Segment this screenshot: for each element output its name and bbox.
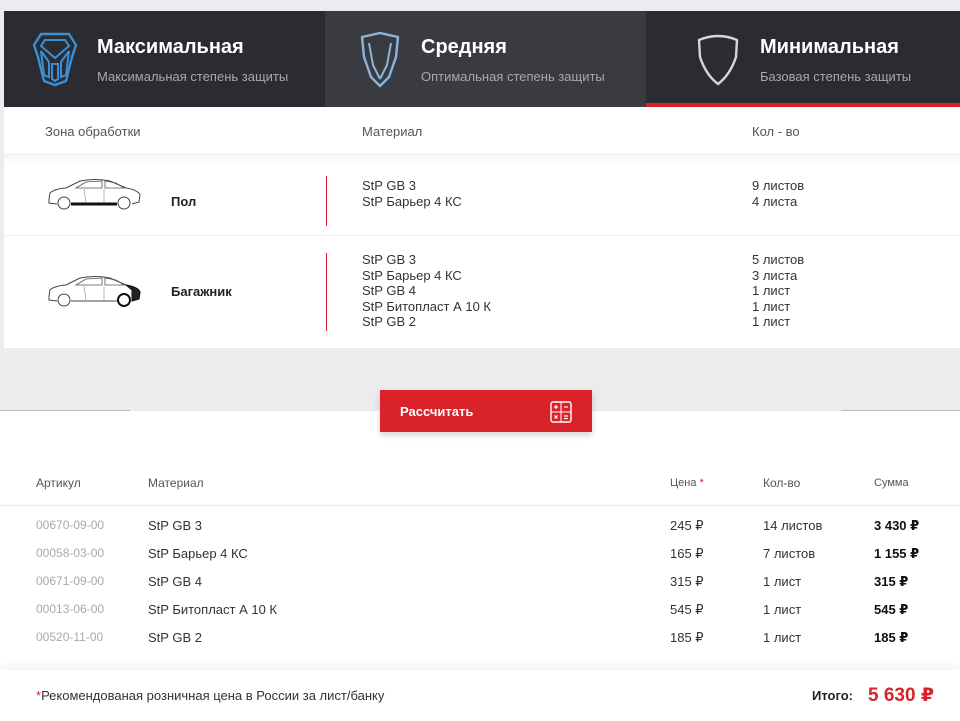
shield-max-icon: [32, 31, 78, 92]
price-footnote: *Рекомендованая розничная цена в России …: [36, 688, 384, 703]
table-row: Багажник StP GB 3 StP Барьер 4 КС StP GB…: [4, 237, 960, 348]
tab-minimum[interactable]: Минимальная Базовая степень защиты: [646, 11, 960, 107]
table-row: 00671-09-00 StP GB 4 315 ₽ 1 лист 315 ₽: [0, 574, 960, 602]
header-separator: [0, 505, 960, 506]
zone-header: Зона обработки: [45, 124, 141, 139]
qty-item: 1 лист: [752, 298, 791, 314]
tab-title: Средняя: [421, 36, 507, 58]
total-label: Итого:: [812, 688, 853, 703]
zone-materials: StP GB 3 StP Барьер 4 КС: [362, 178, 462, 209]
material-cell: StP Битопласт А 10 К: [148, 602, 278, 617]
zone-materials: StP GB 3 StP Барьер 4 КС StP GB 4 StP Би…: [362, 252, 491, 330]
calculate-button[interactable]: Рассчитать: [380, 390, 592, 432]
sum-header: Сумма: [874, 477, 909, 489]
row-divider: [326, 253, 327, 331]
tab-maximum[interactable]: Максимальная Максимальная степень защиты: [4, 11, 325, 107]
zone-name: Пол: [171, 194, 197, 209]
sum-cell: 1 155 ₽: [874, 546, 920, 561]
tab-title: Максимальная: [97, 36, 244, 58]
divider-line: [841, 410, 960, 411]
divider-line: [0, 410, 130, 411]
qty-item: 9 листов: [752, 178, 805, 193]
table-row: 00013-06-00 StP Битопласт А 10 К 545 ₽ 1…: [0, 602, 960, 630]
car-trunk-icon: [46, 274, 142, 311]
tab-subtitle: Базовая степень защиты: [760, 69, 912, 84]
material-cell: StP Барьер 4 КС: [148, 546, 248, 561]
tab-medium[interactable]: Средняя Оптимальная степень защиты: [325, 11, 646, 107]
qty-header: Кол - во: [752, 124, 800, 139]
tab-title: Минимальная: [760, 36, 899, 58]
shield-medium-icon: [358, 31, 402, 94]
car-floor-icon: [46, 177, 142, 214]
zone-name: Багажник: [171, 284, 232, 299]
qty-item: 4 листа: [752, 193, 798, 209]
treatment-zone-table: Зона обработки Материал Кол - во Пол StP…: [4, 107, 960, 348]
qty-item: 1 лист: [752, 283, 791, 299]
article-cell: 00670-09-00: [36, 518, 105, 532]
table-row: 00058-03-00 StP Барьер 4 КС 165 ₽ 7 лист…: [0, 546, 960, 574]
material-item: StP GB 2: [362, 314, 416, 330]
qty-cell: 7 листов: [763, 546, 816, 561]
calculator-icon: [550, 401, 572, 426]
article-cell: 00520-11-00: [36, 630, 104, 644]
zone-table-header: Зона обработки Материал Кол - во: [4, 107, 960, 153]
sum-cell: 185 ₽: [874, 630, 909, 645]
total-value: 5 630 ₽: [868, 685, 935, 706]
article-cell: 00058-03-00: [36, 546, 105, 560]
row-divider: [326, 176, 327, 226]
price-header-label: Цена: [670, 477, 697, 489]
material-cell: StP GB 4: [148, 574, 202, 589]
qty-cell: 14 листов: [763, 518, 823, 533]
price-header: Цена *: [670, 477, 704, 489]
price-cell: 185 ₽: [670, 630, 704, 645]
shield-min-icon: [696, 31, 740, 92]
qty-cell: 1 лист: [763, 602, 802, 617]
qty-item: 3 листа: [752, 267, 798, 283]
material-item: StP Битопласт А 10 К: [362, 298, 492, 314]
material-header: Материал: [362, 124, 423, 139]
tab-subtitle: Максимальная степень защиты: [97, 69, 289, 84]
material-header: Материал: [148, 476, 204, 490]
material-item: StP GB 4: [362, 283, 416, 299]
price-cell: 165 ₽: [670, 546, 704, 561]
material-cell: StP GB 2: [148, 630, 202, 645]
qty-item: 1 лист: [752, 314, 791, 330]
price-cell: 545 ₽: [670, 602, 704, 617]
article-cell: 00671-09-00: [36, 574, 105, 588]
protection-level-tabs: Максимальная Максимальная степень защиты…: [4, 11, 960, 107]
zone-quantities: 9 листов 4 листа: [752, 178, 804, 209]
sum-cell: 545 ₽: [874, 602, 909, 617]
qty-cell: 1 лист: [763, 630, 802, 645]
qty-header: Кол-во: [763, 476, 801, 490]
table-row: 00520-11-00 StP GB 2 185 ₽ 1 лист 185 ₽: [0, 630, 960, 658]
material-item: StP Барьер 4 КС: [362, 267, 462, 283]
qty-item: 5 листов: [752, 252, 805, 267]
qty-cell: 1 лист: [763, 574, 802, 589]
zone-quantities: 5 листов 3 листа 1 лист 1 лист 1 лист: [752, 252, 804, 330]
table-row: Пол StP GB 3 StP Барьер 4 КС 9 листов 4 …: [4, 163, 960, 236]
price-cell: 245 ₽: [670, 518, 704, 533]
table-row: 00670-09-00 StP GB 3 245 ₽ 14 листов 3 4…: [0, 518, 960, 546]
sum-cell: 315 ₽: [874, 574, 909, 589]
material-item: StP Барьер 4 КС: [362, 193, 462, 209]
article-cell: 00013-06-00: [36, 602, 105, 616]
sum-cell: 3 430 ₽: [874, 518, 920, 533]
material-item: StP GB 3: [362, 178, 416, 193]
price-cell: 315 ₽: [670, 574, 704, 589]
header-shadow: [4, 153, 960, 163]
price-footnote-mark: *: [699, 477, 704, 489]
calculate-label: Рассчитать: [400, 404, 474, 419]
material-cell: StP GB 3: [148, 518, 202, 533]
material-item: StP GB 3: [362, 252, 416, 267]
footnote-text: Рекомендованая розничная цена в России з…: [41, 688, 385, 703]
article-header: Артикул: [36, 476, 81, 490]
tab-subtitle: Оптимальная степень защиты: [421, 69, 605, 84]
